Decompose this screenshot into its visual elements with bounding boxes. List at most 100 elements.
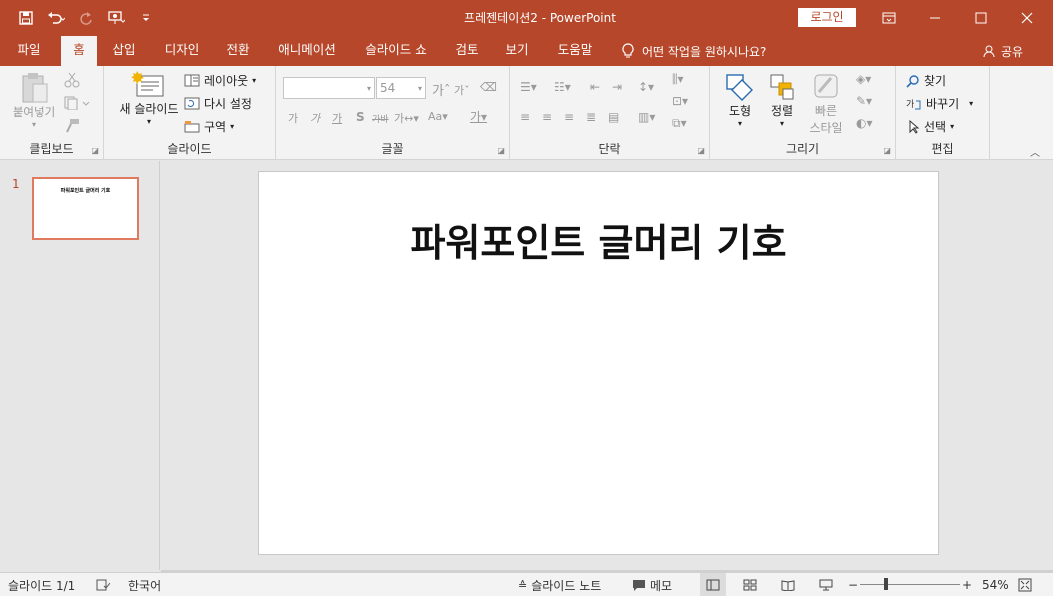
find-button[interactable]: 찾기 <box>906 72 946 89</box>
quick-styles-label-2: 스타일 <box>809 121 843 135</box>
slide-thumbnail[interactable]: 파워포인트 글머리 기호 <box>32 177 139 240</box>
grow-font-icon[interactable]: 가ˆ <box>432 80 450 99</box>
save-icon[interactable] <box>14 6 38 30</box>
smartart-icon[interactable]: ⧉▾ <box>672 116 687 131</box>
text-direction-icon[interactable]: ⫼▾ <box>672 72 684 87</box>
drawing-dialog-launcher-icon[interactable]: ◪ <box>883 146 891 155</box>
text-shadow-icon[interactable]: S <box>356 110 365 124</box>
font-dialog-launcher-icon[interactable]: ◪ <box>497 146 505 155</box>
svg-text:가: 가 <box>906 99 914 110</box>
slide-canvas[interactable]: 파워포인트 글머리 기호 <box>258 171 939 555</box>
tab-home[interactable]: 홈 <box>61 36 97 66</box>
notes-button[interactable]: ≙ 슬라이드 노트 <box>518 573 601 596</box>
format-painter-icon[interactable] <box>64 118 80 134</box>
share-button[interactable]: 공유 <box>982 36 1023 66</box>
increase-indent-icon[interactable]: ⇥ <box>612 80 622 94</box>
group-slides: 새 슬라이드 ▾ 레이아웃 ▾ 다시 설정 구역 ▾ 슬라이드 <box>104 66 276 160</box>
zoom-level[interactable]: 54% <box>982 573 1009 596</box>
status-bar: 슬라이드 1/1 한국어 ≙ 슬라이드 노트 메모 − + 54% <box>0 572 1053 596</box>
dialog-launcher-icon[interactable]: ◪ <box>91 146 99 155</box>
shape-outline-icon[interactable]: ✎▾ <box>856 94 872 108</box>
customize-qat-icon[interactable] <box>134 6 158 30</box>
slide-title-placeholder[interactable]: 파워포인트 글머리 기호 <box>259 212 938 267</box>
redo-icon[interactable] <box>74 6 98 30</box>
slideshow-view-icon[interactable] <box>814 573 838 596</box>
shape-fill-icon[interactable]: ◈▾ <box>856 72 871 86</box>
font-name-combobox[interactable]: ▾ <box>283 77 375 99</box>
font-size-combobox[interactable]: 54 ▾ <box>376 77 426 99</box>
shapes-icon <box>726 74 753 101</box>
start-slideshow-icon[interactable] <box>104 6 128 30</box>
align-text-icon[interactable]: ⊡▾ <box>672 94 688 108</box>
align-center-icon[interactable]: ≡ <box>542 110 552 124</box>
select-button[interactable]: 선택 ▾ <box>908 118 954 135</box>
title-bar: 프레젠테이션2 - PowerPoint 로그인 <box>0 0 1053 36</box>
notes-icon: ≙ <box>518 578 528 592</box>
bold-icon[interactable]: 가 <box>288 110 298 126</box>
align-right-icon[interactable]: ≡ <box>564 110 574 124</box>
minimize-icon[interactable] <box>912 0 958 36</box>
paste-button[interactable]: 붙여넣기 ▾ <box>8 72 60 129</box>
close-icon[interactable] <box>1004 0 1050 36</box>
tab-insert[interactable]: 삽입 <box>104 36 144 66</box>
shape-effects-icon[interactable]: ◐▾ <box>856 116 873 130</box>
change-case-icon[interactable]: Aa▾ <box>428 110 448 123</box>
italic-icon[interactable]: 가 <box>310 110 320 126</box>
zoom-slider-thumb[interactable] <box>884 578 888 590</box>
login-button[interactable]: 로그인 <box>798 8 856 27</box>
replace-icon: 가 <box>906 99 921 110</box>
layout-button[interactable]: 레이아웃 ▾ <box>184 72 256 89</box>
zoom-slider-track[interactable] <box>860 584 960 585</box>
tab-animations[interactable]: 애니메이션 <box>270 36 344 66</box>
collapse-ribbon-icon[interactable]: ︿ <box>1030 144 1040 159</box>
clear-formatting-icon[interactable]: ⌫ <box>480 80 497 94</box>
tab-file[interactable]: 파일 <box>6 36 52 66</box>
ribbon-display-options-icon[interactable] <box>866 0 912 36</box>
slide-sorter-view-icon[interactable] <box>738 573 762 596</box>
group-drawing: 도형 ▾ 정렬 ▾ 빠른 스타일 ◈▾ ✎▾ ◐▾ 그리기 ◪ <box>710 66 896 160</box>
quick-styles-button[interactable]: 빠른 스타일 <box>804 72 848 136</box>
fit-to-window-icon[interactable] <box>1018 573 1032 596</box>
underline-icon[interactable]: 가 <box>332 110 342 126</box>
group-font: ▾ 54 ▾ 가ˆ 가ˇ ⌫ 가 가 가 S 가바 가↔▾ Aa▾ 가▾ 글꼴 … <box>276 66 510 160</box>
tab-review[interactable]: 검토 <box>448 36 486 66</box>
decrease-indent-icon[interactable]: ⇤ <box>590 80 600 94</box>
tab-help[interactable]: 도움말 <box>548 36 602 66</box>
line-spacing-icon[interactable]: ↕▾ <box>638 80 654 94</box>
cut-icon[interactable] <box>64 72 80 88</box>
align-left-icon[interactable]: ≡ <box>520 110 530 124</box>
justify-icon[interactable]: ≣ <box>586 110 596 124</box>
paragraph-dialog-launcher-icon[interactable]: ◪ <box>697 146 705 155</box>
section-button[interactable]: 구역 ▾ <box>184 118 234 135</box>
maximize-icon[interactable] <box>958 0 1004 36</box>
normal-view-icon[interactable] <box>700 573 726 596</box>
tab-transitions[interactable]: 전환 <box>218 36 258 66</box>
comments-button[interactable]: 메모 <box>632 573 672 596</box>
columns-icon[interactable]: ▥▾ <box>638 110 655 124</box>
quick-styles-label-1: 빠른 <box>814 104 838 118</box>
copy-icon[interactable] <box>64 96 90 110</box>
reading-view-icon[interactable] <box>776 573 800 596</box>
tab-view[interactable]: 보기 <box>498 36 536 66</box>
strikethrough-icon[interactable]: 가바 <box>372 112 389 125</box>
accessibility-icon[interactable] <box>96 573 110 596</box>
new-slide-button[interactable]: 새 슬라이드 ▾ <box>112 70 186 126</box>
font-color-icon[interactable]: 가▾ <box>470 108 487 125</box>
shapes-button[interactable]: 도형 ▾ <box>720 72 760 128</box>
shrink-font-icon[interactable]: 가ˇ <box>454 82 470 98</box>
reset-label: 다시 설정 <box>204 97 252 111</box>
bullets-icon[interactable]: ☰▾ <box>520 80 537 94</box>
character-spacing-icon[interactable]: 가↔▾ <box>394 110 419 126</box>
reset-button[interactable]: 다시 설정 <box>184 95 252 112</box>
replace-button[interactable]: 가 바꾸기 ▾ <box>906 95 973 112</box>
arrange-button[interactable]: 정렬 ▾ <box>764 72 800 128</box>
distributed-icon[interactable]: ▤ <box>608 110 619 124</box>
tab-design[interactable]: 디자인 <box>156 36 208 66</box>
language[interactable]: 한국어 <box>128 573 161 596</box>
zoom-in-button[interactable]: + <box>962 573 972 596</box>
undo-icon[interactable] <box>44 6 68 30</box>
zoom-out-button[interactable]: − <box>848 573 858 596</box>
tab-slideshow[interactable]: 슬라이드 쇼 <box>356 36 436 66</box>
tell-me-search[interactable]: 어떤 작업을 원하시나요? <box>622 36 766 66</box>
numbering-icon[interactable]: ☷▾ <box>554 80 571 94</box>
